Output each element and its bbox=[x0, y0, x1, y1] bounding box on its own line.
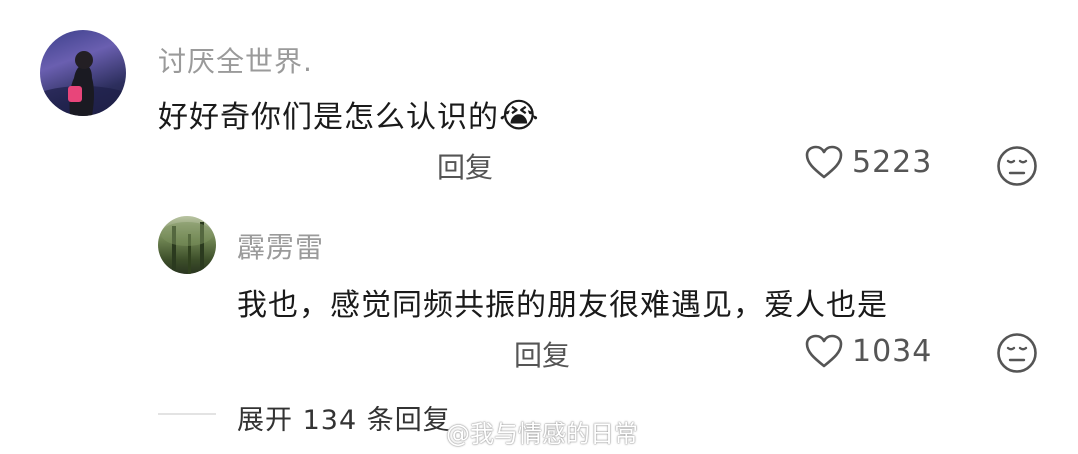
reply-username[interactable]: 霹雳雷 bbox=[237, 226, 324, 266]
comment-username[interactable]: 讨厌全世界. bbox=[158, 40, 313, 80]
like-button[interactable]: 5223 bbox=[804, 144, 932, 180]
meh-face-icon[interactable] bbox=[996, 145, 1038, 191]
reply-text: 我也，感觉同频共振的朋友很难遇见，爱人也是 bbox=[237, 288, 888, 323]
reply-button[interactable]: 回复 bbox=[514, 334, 570, 374]
meh-face-icon[interactable] bbox=[996, 332, 1038, 378]
like-button[interactable]: 1034 bbox=[804, 333, 932, 369]
reply-button[interactable]: 回复 bbox=[437, 146, 493, 186]
heart-icon bbox=[805, 145, 843, 179]
comment-text: 好好奇你们是怎么认识的😭 bbox=[158, 92, 540, 136]
comment-body: 好好奇你们是怎么认识的 bbox=[158, 100, 499, 135]
crying-emoji-icon: 😭 bbox=[499, 96, 540, 136]
like-count: 5223 bbox=[852, 144, 933, 180]
like-count: 1034 bbox=[852, 333, 933, 369]
divider bbox=[158, 413, 216, 415]
avatar[interactable] bbox=[40, 30, 126, 116]
heart-icon bbox=[805, 334, 843, 368]
avatar[interactable] bbox=[158, 216, 216, 274]
expand-replies-button[interactable]: 展开 134 条回复 bbox=[237, 398, 451, 437]
watermark: @我与情感的日常 bbox=[446, 420, 638, 448]
